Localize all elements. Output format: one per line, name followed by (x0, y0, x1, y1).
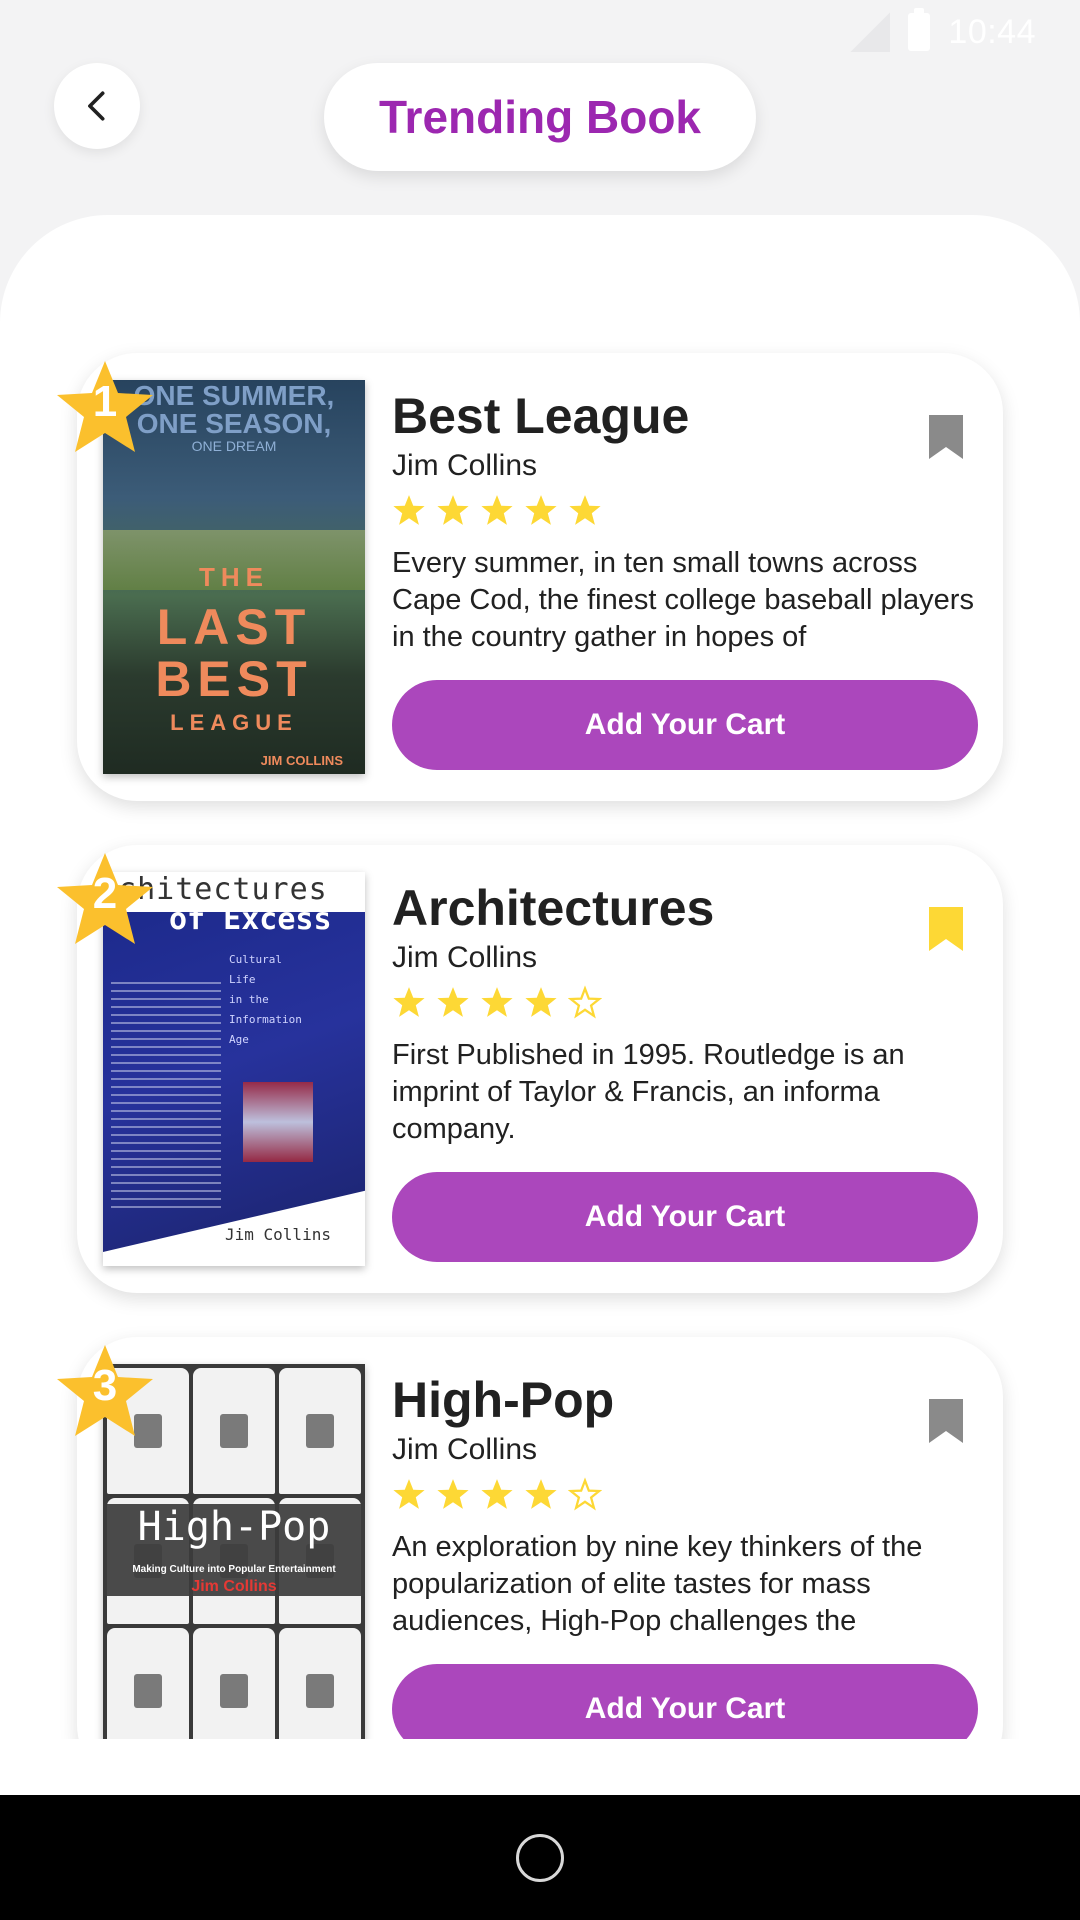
book-title: Architectures (392, 880, 715, 936)
cover-text: Jim Collins (225, 1225, 331, 1244)
cover-text: Making Culture into Popular Entertainmen… (132, 1564, 336, 1575)
rating-stars (392, 985, 602, 1021)
star-icon (393, 1479, 425, 1509)
back-button[interactable] (54, 63, 140, 149)
cover-text: BEST (155, 651, 313, 707)
content-sheet: ONE SUMMER, ONE SEASON, ONE DREAM THE LA… (0, 215, 1080, 1795)
star-icon (437, 495, 469, 525)
cover-text: High-Pop (137, 1504, 331, 1550)
book-description: An exploration by nine key thinkers of t… (392, 1531, 923, 1637)
cover-text: Jim Collins (191, 1578, 277, 1595)
book-author: Jim Collins (392, 941, 538, 974)
rank-number: 3 (92, 1361, 118, 1410)
status-clock: 10:44 (948, 12, 1036, 51)
star-icon (393, 987, 425, 1017)
rank-badge: 1 (55, 359, 155, 455)
star-icon (481, 1479, 513, 1509)
book-description: Every summer, in ten small towns across … (392, 547, 974, 653)
add-to-cart-button[interactable]: Add Your Cart (392, 1172, 978, 1262)
cover-text: LAST (156, 599, 312, 655)
rating-stars (392, 493, 602, 529)
book-card[interactable]: High-Pop Making Culture into Popular Ent… (57, 1337, 1003, 1739)
home-button-icon[interactable] (516, 1833, 564, 1882)
book-card[interactable]: ONE SUMMER, ONE SEASON, ONE DREAM THE LA… (57, 353, 1003, 801)
star-icon (437, 987, 469, 1017)
cover-text: LEAGUE (170, 710, 298, 735)
rank-number: 2 (92, 869, 118, 918)
system-nav-bar (0, 1795, 1080, 1920)
star-icon (481, 987, 513, 1017)
page-title: Trending Book (379, 91, 701, 143)
star-outline-icon (568, 985, 602, 1019)
star-icon (525, 1479, 557, 1509)
add-to-cart-button[interactable]: Add Your Cart (392, 680, 978, 770)
book-description: First Published in 1995. Routledge is an… (392, 1039, 905, 1145)
book-card[interactable]: rchitectures of Excess Cultural Life in … (57, 845, 1003, 1293)
rating-stars (392, 1477, 602, 1513)
star-outline-icon (568, 1477, 602, 1511)
page-title-pill: Trending Book (324, 63, 756, 171)
book-author: Jim Collins (392, 1433, 538, 1466)
rank-badge: 3 (55, 1343, 155, 1439)
book-title: Best League (392, 388, 690, 444)
bookmark-icon[interactable] (927, 1397, 965, 1445)
rank-badge: 2 (55, 851, 155, 947)
star-icon (569, 495, 601, 525)
cover-text: of Excess (169, 902, 332, 937)
cover-text: Cultural Life in the Information Age (229, 953, 302, 1046)
signal-icon (850, 12, 891, 52)
back-arrow-icon (88, 91, 105, 121)
battery-icon (908, 8, 931, 51)
book-author: Jim Collins (392, 449, 538, 482)
star-icon (437, 1479, 469, 1509)
cover-flag (243, 1082, 313, 1162)
cover-text: JIM COLLINS (260, 753, 343, 768)
star-icon (525, 987, 557, 1017)
book-title: High-Pop (392, 1372, 615, 1428)
bookmark-icon[interactable] (927, 905, 965, 953)
book-list[interactable]: ONE SUMMER, ONE SEASON, ONE DREAM THE LA… (0, 215, 1080, 1739)
star-icon (525, 495, 557, 525)
cover-text: THE (199, 562, 269, 592)
cover-lines (111, 982, 221, 1212)
star-icon (393, 495, 425, 525)
rank-number: 1 (92, 377, 118, 426)
star-icon (481, 495, 513, 525)
add-to-cart-button[interactable]: Add Your Cart (392, 1664, 978, 1739)
status-bar: 10:44 (0, 0, 1080, 64)
bookmark-icon[interactable] (927, 413, 965, 461)
